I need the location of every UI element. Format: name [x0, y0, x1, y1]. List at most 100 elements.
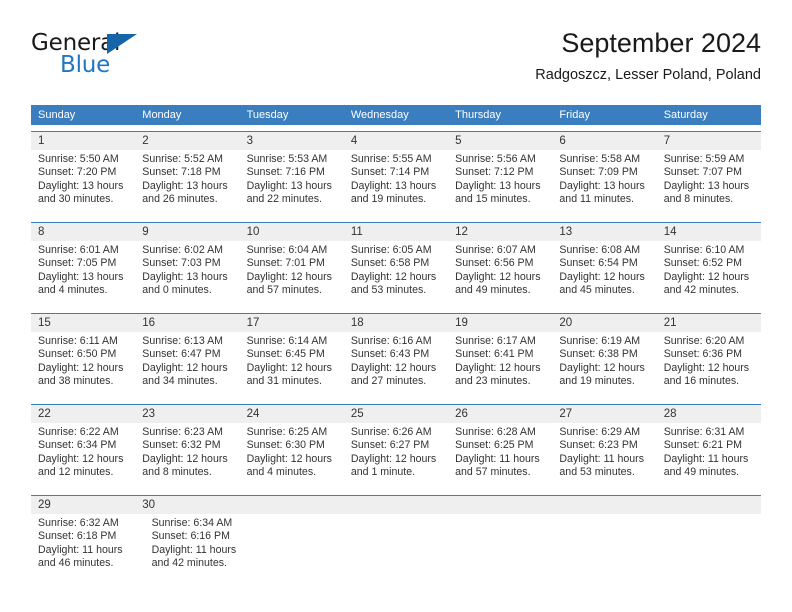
day-cell[interactable]: Sunrise: 6:11 AM Sunset: 6:50 PM Dayligh… [31, 332, 135, 398]
daylight-text-line2: and 31 minutes. [246, 374, 322, 387]
day-cell[interactable]: Sunrise: 5:59 AM Sunset: 7:07 PM Dayligh… [657, 150, 761, 216]
day-cell[interactable]: Sunrise: 5:55 AM Sunset: 7:14 PM Dayligh… [344, 150, 448, 216]
day-cell[interactable]: Sunrise: 6:02 AM Sunset: 7:03 PM Dayligh… [135, 241, 239, 307]
sunrise-text: Sunrise: 6:14 AM [246, 335, 328, 347]
daylight-text-line1: Daylight: 12 hours [142, 361, 228, 374]
daylight-text-line2: and 19 minutes. [350, 192, 427, 205]
daylight-text-line1: Daylight: 12 hours [350, 452, 437, 465]
sunrise-text: Sunrise: 6:02 AM [142, 244, 223, 256]
week-body: Sunrise: 5:50 AM Sunset: 7:20 PM Dayligh… [31, 150, 761, 216]
daylight-text-line1: Daylight: 12 hours [663, 270, 750, 283]
week-row: 1 2 3 4 5 6 7 Sunrise: 5:50 AM Sunset: 7… [31, 131, 761, 216]
sunset-text: Sunset: 7:12 PM [455, 166, 534, 179]
page-subtitle-location: Radgoszcz, Lesser Poland, Poland [535, 67, 761, 83]
week-body: Sunrise: 6:11 AM Sunset: 6:50 PM Dayligh… [31, 332, 761, 398]
daylight-text-line2: and 49 minutes. [663, 465, 740, 478]
day-cell[interactable]: Sunrise: 6:28 AM Sunset: 6:25 PM Dayligh… [448, 423, 552, 489]
week-body: Sunrise: 6:22 AM Sunset: 6:34 PM Dayligh… [31, 423, 761, 489]
day-cell[interactable]: Sunrise: 6:32 AM Sunset: 6:18 PM Dayligh… [31, 514, 145, 580]
day-number: 30 [142, 499, 156, 511]
daylight-text-line1: Daylight: 12 hours [142, 452, 228, 465]
day-number: 24 [246, 408, 260, 420]
day-cell[interactable]: Sunrise: 6:22 AM Sunset: 6:34 PM Dayligh… [31, 423, 135, 489]
day-cell[interactable]: Sunrise: 6:05 AM Sunset: 6:58 PM Dayligh… [344, 241, 448, 307]
day-cell[interactable]: Sunrise: 6:01 AM Sunset: 7:05 PM Dayligh… [31, 241, 135, 307]
day-cell[interactable]: Sunrise: 5:50 AM Sunset: 7:20 PM Dayligh… [31, 150, 135, 216]
daylight-text-line2: and 11 minutes. [559, 192, 635, 205]
day-cell[interactable]: Sunrise: 6:10 AM Sunset: 6:52 PM Dayligh… [657, 241, 761, 307]
sunrise-text: Sunrise: 6:07 AM [455, 244, 536, 256]
day-number: 5 [455, 135, 462, 147]
sunrise-text: Sunrise: 5:52 AM [142, 153, 223, 165]
sunrise-text: Sunrise: 5:50 AM [38, 153, 119, 165]
sunset-text: Sunset: 6:45 PM [246, 348, 325, 361]
day-cell[interactable]: Sunrise: 6:26 AM Sunset: 6:27 PM Dayligh… [344, 423, 448, 489]
day-cell-empty [560, 514, 661, 580]
day-number: 4 [350, 135, 358, 147]
sunrise-text: Sunrise: 5:56 AM [455, 153, 536, 165]
sunset-text: Sunset: 7:09 PM [559, 166, 638, 179]
sunrise-text: Sunrise: 6:10 AM [663, 244, 745, 256]
weekday-header-monday: Monday [142, 109, 182, 121]
day-number: 26 [455, 408, 468, 420]
sunset-text: Sunset: 6:25 PM [455, 439, 534, 452]
sunrise-text: Sunrise: 6:16 AM [350, 335, 432, 347]
day-cell[interactable]: Sunrise: 6:13 AM Sunset: 6:47 PM Dayligh… [135, 332, 239, 398]
sunset-text: Sunset: 7:20 PM [38, 166, 117, 179]
day-cell[interactable]: Sunrise: 6:14 AM Sunset: 6:45 PM Dayligh… [240, 332, 344, 398]
day-number: 13 [559, 226, 573, 238]
day-cell[interactable]: Sunrise: 6:16 AM Sunset: 6:43 PM Dayligh… [344, 332, 448, 398]
day-cell[interactable]: Sunrise: 6:25 AM Sunset: 6:30 PM Dayligh… [240, 423, 344, 489]
day-cell[interactable]: Sunrise: 6:19 AM Sunset: 6:38 PM Dayligh… [552, 332, 656, 398]
day-cell[interactable]: Sunrise: 5:53 AM Sunset: 7:16 PM Dayligh… [240, 150, 344, 216]
day-number: 14 [663, 226, 677, 238]
week-number-band: 1 2 3 4 5 6 7 [31, 132, 761, 150]
daylight-text-line1: Daylight: 12 hours [559, 270, 645, 283]
day-cell[interactable]: Sunrise: 6:23 AM Sunset: 6:32 PM Dayligh… [135, 423, 239, 489]
sunset-text: Sunset: 6:58 PM [350, 257, 430, 270]
day-cell[interactable]: Sunrise: 6:17 AM Sunset: 6:41 PM Dayligh… [448, 332, 552, 398]
daylight-text-line1: Daylight: 11 hours [151, 543, 237, 556]
daylight-text-line1: Daylight: 12 hours [455, 270, 541, 283]
sunset-text: Sunset: 6:16 PM [151, 530, 230, 543]
sunset-text: Sunset: 6:18 PM [38, 530, 117, 543]
day-cell[interactable]: Sunrise: 6:07 AM Sunset: 6:56 PM Dayligh… [448, 241, 552, 307]
sunset-text: Sunset: 6:38 PM [559, 348, 638, 361]
day-cell[interactable]: Sunrise: 6:20 AM Sunset: 6:36 PM Dayligh… [657, 332, 761, 398]
week-row: 29 30 Sunrise: 6:32 AM Sunset: 6:18 PM D… [31, 495, 761, 580]
day-number: 17 [246, 317, 260, 329]
sunrise-text: Sunrise: 6:29 AM [559, 426, 641, 438]
day-cell[interactable]: Sunrise: 5:56 AM Sunset: 7:12 PM Dayligh… [448, 150, 552, 216]
day-cell[interactable]: Sunrise: 6:29 AM Sunset: 6:23 PM Dayligh… [552, 423, 656, 489]
day-cell[interactable]: Sunrise: 6:08 AM Sunset: 6:54 PM Dayligh… [552, 241, 656, 307]
day-number: 7 [663, 135, 671, 147]
sunrise-text: Sunrise: 6:08 AM [559, 244, 641, 256]
daylight-text-line2: and 12 minutes. [38, 465, 114, 478]
day-cell[interactable]: Sunrise: 5:58 AM Sunset: 7:09 PM Dayligh… [552, 150, 656, 216]
day-number: 1 [38, 135, 45, 147]
daylight-text-line2: and 26 minutes. [142, 192, 218, 205]
sunset-text: Sunset: 6:41 PM [455, 348, 534, 361]
sunset-text: Sunset: 6:52 PM [663, 257, 743, 270]
day-cell[interactable]: Sunrise: 6:04 AM Sunset: 7:01 PM Dayligh… [240, 241, 344, 307]
daylight-text-line2: and 8 minutes. [142, 465, 212, 478]
daylight-text-line1: Daylight: 12 hours [38, 361, 124, 374]
daylight-text-line1: Daylight: 11 hours [559, 452, 645, 465]
daylight-text-line2: and 42 minutes. [151, 556, 227, 569]
day-cell[interactable]: Sunrise: 6:34 AM Sunset: 6:16 PM Dayligh… [145, 514, 259, 580]
daylight-text-line2: and 46 minutes. [38, 556, 114, 569]
weekday-header-saturday: Saturday [663, 109, 708, 121]
day-cell[interactable]: Sunrise: 5:52 AM Sunset: 7:18 PM Dayligh… [135, 150, 239, 216]
day-number: 3 [246, 135, 253, 147]
sunrise-text: Sunrise: 6:11 AM [38, 335, 118, 347]
weekday-header-wednesday: Wednesday [350, 109, 409, 121]
weekday-header-sunday: Sunday [38, 109, 76, 121]
daylight-text-line1: Daylight: 13 hours [663, 179, 750, 192]
daylight-text-line1: Daylight: 12 hours [38, 452, 124, 465]
day-cell[interactable]: Sunrise: 6:31 AM Sunset: 6:21 PM Dayligh… [657, 423, 761, 489]
week-number-band: 22 23 24 25 26 27 28 [31, 405, 761, 423]
sunset-text: Sunset: 6:34 PM [38, 439, 117, 452]
daylight-text-line1: Daylight: 13 hours [455, 179, 541, 192]
sunrise-text: Sunrise: 5:58 AM [559, 153, 641, 165]
day-number: 8 [38, 226, 45, 238]
